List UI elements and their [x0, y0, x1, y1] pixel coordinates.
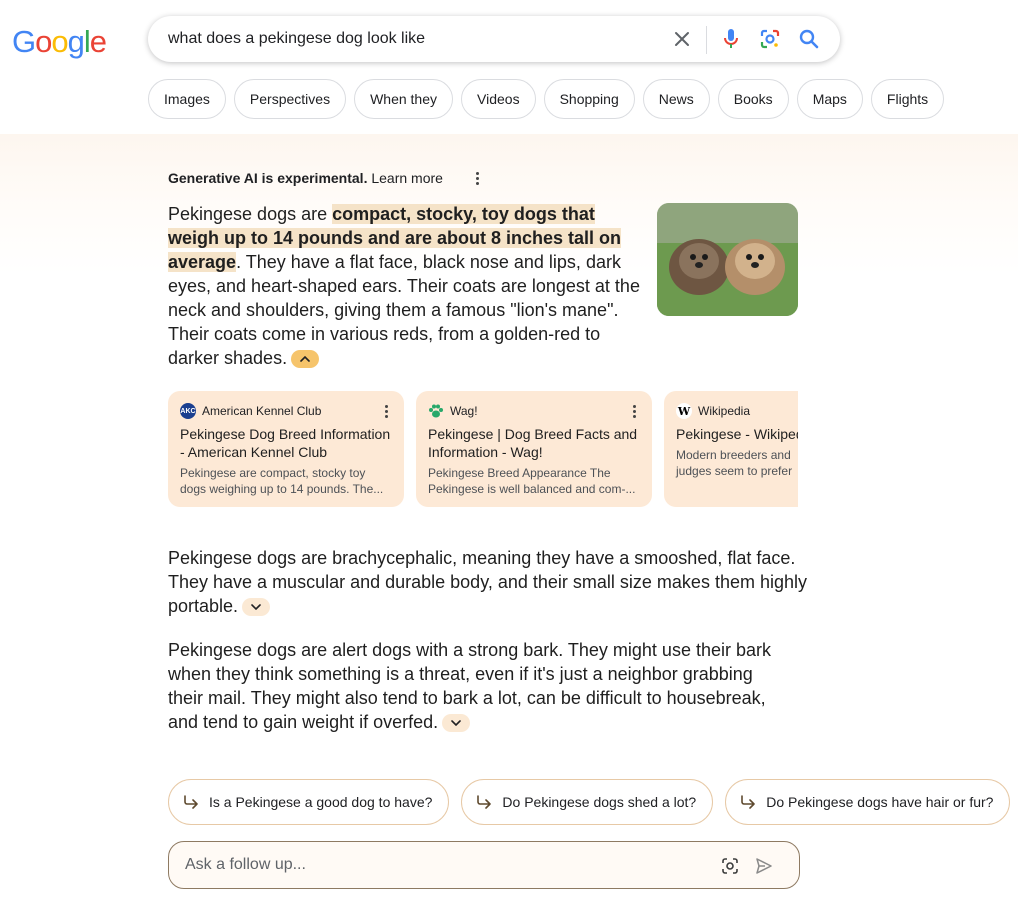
- source-title: Pekingese Dog Breed Information - Americ…: [180, 426, 391, 460]
- ai-answer-paragraph: Pekingese dogs are alert dogs with a str…: [168, 638, 788, 734]
- source-card[interactable]: W Wikipedia Pekingese - Wikipedia Modern…: [664, 391, 798, 507]
- ai-answer-paragraph: Pekingese dogs are compact, stocky, toy …: [168, 202, 648, 370]
- wikipedia-favicon-icon: W: [676, 403, 692, 419]
- follow-up-text: Do Pekingese dogs shed a lot?: [502, 794, 697, 810]
- learn-more-link[interactable]: Learn more: [371, 170, 443, 186]
- logo-letter: G: [12, 24, 36, 59]
- follow-up-arrow-icon: [741, 795, 756, 809]
- paw-icon: [428, 403, 444, 419]
- logo-letter: o: [51, 24, 68, 59]
- search-input[interactable]: what does a pekingese dog look like: [168, 30, 425, 48]
- chip-maps[interactable]: Maps: [796, 79, 863, 119]
- ai-disclaimer: Generative AI is experimental. Learn mor…: [168, 170, 443, 186]
- source-card[interactable]: AKC American Kennel Club Pekingese Dog B…: [168, 391, 404, 507]
- filter-chips: Images Perspectives When they Videos Sho…: [148, 79, 945, 119]
- follow-up-chip[interactable]: Do Pekingese dogs have hair or fur?: [725, 779, 1011, 825]
- chip-images[interactable]: Images: [148, 79, 226, 119]
- logo-letter: g: [67, 24, 85, 59]
- clear-icon[interactable]: [671, 28, 693, 50]
- more-options-icon[interactable]: [633, 405, 636, 418]
- source-site-name: American Kennel Club: [202, 404, 322, 418]
- search-icon[interactable]: [798, 28, 820, 50]
- source-cards: AKC American Kennel Club Pekingese Dog B…: [168, 391, 798, 507]
- ask-follow-up-input[interactable]: Ask a follow up...: [185, 856, 306, 874]
- follow-up-chip[interactable]: Is a Pekingese a good dog to have?: [168, 779, 450, 825]
- logo-letter: o: [35, 24, 52, 59]
- collapse-sources-button[interactable]: [291, 350, 320, 369]
- chip-flights[interactable]: Flights: [870, 79, 945, 119]
- follow-up-text: Is a Pekingese a good dog to have?: [209, 794, 433, 810]
- source-site-name: Wag!: [450, 404, 478, 418]
- google-logo[interactable]: Google: [12, 24, 107, 60]
- follow-up-text: Do Pekingese dogs have hair or fur?: [766, 794, 994, 810]
- chip-books[interactable]: Books: [717, 79, 789, 119]
- follow-up-suggestions: Is a Pekingese a good dog to have? Do Pe…: [168, 779, 1011, 825]
- answer-text: Pekingese dogs are alert dogs with a str…: [168, 640, 771, 732]
- source-site: AKC American Kennel Club: [180, 403, 392, 419]
- more-options-icon[interactable]: [470, 170, 484, 186]
- chip-shopping[interactable]: Shopping: [543, 79, 635, 119]
- chevron-down-icon: [251, 604, 261, 611]
- search-box[interactable]: what does a pekingese dog look like: [148, 16, 840, 62]
- source-title: Pekingese | Dog Breed Facts and Informat…: [428, 426, 638, 460]
- voice-search-icon[interactable]: [720, 28, 742, 50]
- source-site: W Wikipedia: [676, 403, 798, 419]
- more-options-icon[interactable]: [385, 405, 388, 418]
- source-snippet: Modern breeders and judges seem to prefe…: [676, 448, 793, 478]
- chip-videos[interactable]: Videos: [461, 79, 536, 119]
- source-card[interactable]: Wag! Pekingese | Dog Breed Facts and Inf…: [416, 391, 652, 507]
- ai-overview-panel: Generative AI is experimental. Learn mor…: [0, 134, 1018, 911]
- source-site-name: Wikipedia: [698, 404, 751, 418]
- pekingese-image[interactable]: [657, 203, 798, 316]
- chip-news[interactable]: News: [642, 79, 710, 119]
- lens-icon[interactable]: [759, 28, 781, 50]
- ai-answer-paragraph: Pekingese dogs are brachycephalic, meani…: [168, 546, 808, 618]
- chip-perspectives[interactable]: Perspectives: [233, 79, 347, 119]
- source-snippet: Pekingese are compact, stocky toy dogs w…: [180, 466, 384, 496]
- follow-up-arrow-icon: [184, 795, 198, 809]
- ai-disclaimer-text: Generative AI is experimental.: [168, 170, 368, 186]
- logo-letter: e: [89, 24, 107, 59]
- expand-sources-button[interactable]: [442, 714, 471, 733]
- ask-follow-up-box[interactable]: Ask a follow up...: [168, 841, 800, 889]
- chevron-down-icon: [451, 720, 461, 727]
- akc-favicon-icon: AKC: [180, 403, 196, 419]
- source-snippet: Pekingese Breed Appearance The Pekingese…: [428, 466, 636, 496]
- expand-sources-button[interactable]: [242, 598, 271, 617]
- source-title: Pekingese - Wikipedia: [676, 426, 798, 442]
- source-site: Wag!: [428, 403, 640, 419]
- follow-up-chip[interactable]: Do Pekingese dogs shed a lot?: [461, 779, 714, 825]
- follow-up-arrow-icon: [477, 795, 492, 809]
- camera-lens-icon[interactable]: [719, 855, 741, 877]
- chevron-up-icon: [300, 356, 310, 363]
- divider: [706, 26, 707, 54]
- chip-when-they[interactable]: When they: [354, 79, 454, 119]
- send-icon[interactable]: [753, 855, 775, 877]
- answer-text: Pekingese dogs are: [168, 204, 333, 224]
- answer-text: . They have a flat face, black nose and …: [168, 252, 640, 368]
